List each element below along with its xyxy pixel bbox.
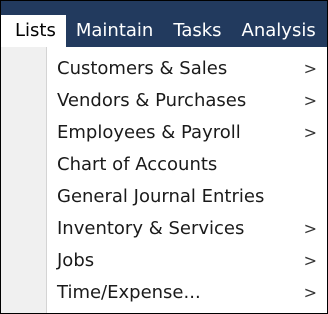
menu-bar: Lists Maintain Tasks Analysis [1, 1, 327, 47]
chevron-right-icon: > [303, 91, 317, 110]
lists-dropdown-menu: Customers & Sales > Vendors & Purchases … [47, 47, 327, 313]
menu-item-inventory-services[interactable]: Inventory & Services > [47, 213, 327, 245]
chevron-right-icon: > [303, 251, 317, 270]
menu-item-label: Employees & Payroll [57, 122, 241, 143]
chevron-right-icon: > [303, 283, 317, 302]
menu-analysis[interactable]: Analysis [232, 15, 326, 47]
menu-item-customers-sales[interactable]: Customers & Sales > [47, 53, 327, 85]
menu-item-jobs[interactable]: Jobs > [47, 245, 327, 277]
menu-item-chart-of-accounts[interactable]: Chart of Accounts [47, 149, 327, 181]
menu-item-employees-payroll[interactable]: Employees & Payroll > [47, 117, 327, 149]
menu-item-label: Customers & Sales [57, 58, 228, 79]
menu-item-label: Time/Expense... [57, 282, 201, 303]
menu-item-time-expense[interactable]: Time/Expense... > [47, 277, 327, 309]
menu-item-vendors-purchases[interactable]: Vendors & Purchases > [47, 85, 327, 117]
menu-item-general-journal-entries[interactable]: General Journal Entries [47, 181, 327, 213]
menu-item-label: Jobs [57, 250, 95, 271]
menu-lists[interactable]: Lists [1, 15, 66, 47]
menu-tasks[interactable]: Tasks [163, 15, 231, 47]
chevron-right-icon: > [303, 123, 317, 142]
menu-item-label: Vendors & Purchases [57, 90, 247, 111]
menu-item-label: Chart of Accounts [57, 154, 218, 175]
menu-maintain[interactable]: Maintain [66, 15, 163, 47]
window-frame: Lists Maintain Tasks Analysis Customers … [0, 0, 328, 314]
chevron-right-icon: > [303, 59, 317, 78]
menu-item-label: General Journal Entries [57, 186, 265, 207]
chevron-right-icon: > [303, 219, 317, 238]
menu-icon-gutter [1, 47, 47, 313]
menu-item-label: Inventory & Services [57, 218, 245, 239]
